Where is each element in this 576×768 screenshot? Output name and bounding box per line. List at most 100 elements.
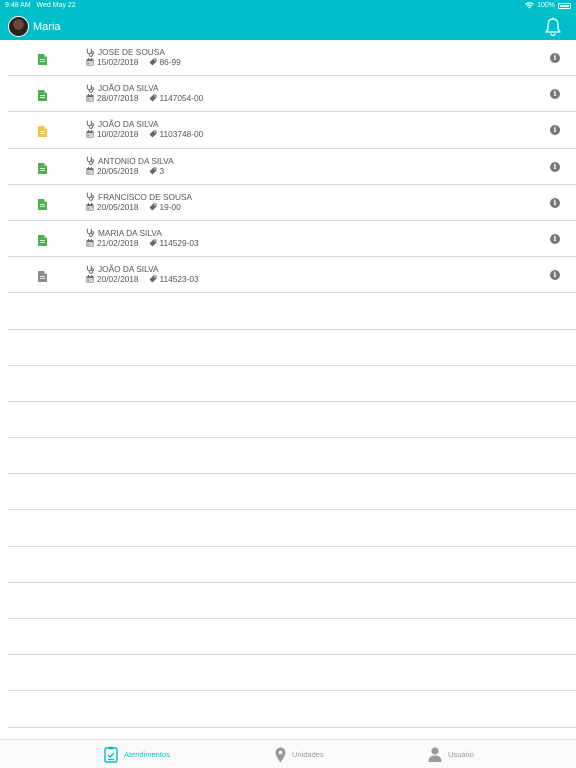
appointment-code: 114529-03 [159,237,199,248]
appointments-list: JOSE DE SOUSA 15/02/2018 86-99 i JOÃO DA SIL… [0,40,576,728]
list-item[interactable]: ANTONIO DA SILVA 20/05/2018 3 i [8,149,576,185]
document-icon [38,88,47,102]
document-icon [38,197,47,210]
tag-icon [149,130,157,138]
calendar-icon [86,238,94,247]
battery-percent: 100% [537,2,555,9]
document-icon [38,124,47,138]
doctor-name: JOSE DE SOUSA [98,47,165,57]
calendar-icon [86,275,94,283]
list-item[interactable]: JOÃO DA SILVA 20/02/2018 114523-03 i [8,257,576,294]
tab-label-atendimentos: Atendimentos [124,750,170,759]
document-icon [38,52,47,65]
doctor-line: JOÃO DA SILVA [86,119,159,129]
meta-line: 20/05/2018 3 [86,166,164,176]
tab-bar: Atendimentos Unidades Usuário [0,739,576,768]
info-icon[interactable]: i [550,125,560,136]
app-header: Maria [0,12,576,40]
stethoscope-icon [86,120,95,129]
appointment-code: 1147054-00 [159,93,204,104]
stethoscope-icon [86,84,95,93]
empty-row [8,619,576,656]
doctor-line: JOÃO DA SILVA [86,83,159,93]
tab-label-unidades: Unidades [292,750,324,759]
meta-line: 10/02/2018 1103748-00 [86,129,203,139]
list-item[interactable]: MARIA DA SILVA 21/02/2018 114529-03 i [8,221,576,258]
appointment-code: 114523-03 [159,274,199,285]
stethoscope-icon [86,192,95,202]
calendar-icon [86,166,94,175]
info-icon[interactable]: i [550,233,560,244]
tab-usuario[interactable]: Usuário [428,740,474,768]
document-icon [38,161,47,174]
meta-line: 20/05/2018 19-00 [86,202,181,212]
empty-row [8,691,576,728]
status-date: Wed May 22 [36,2,76,9]
status-right: 100% [525,2,571,9]
doctor-name: JOÃO DA SILVA [98,83,159,94]
doctor-line: ANTONIO DA SILVA [86,156,174,166]
tag-icon [149,94,157,102]
doctor-line: JOÃO DA SILVA [86,264,159,274]
bell-icon[interactable] [544,17,562,37]
user-name: Maria [33,21,61,33]
stethoscope-icon [86,156,95,165]
tag-icon [149,203,157,211]
calendar-icon [86,94,94,102]
empty-row [8,402,576,439]
info-icon[interactable]: i [550,53,560,63]
empty-row [8,366,576,402]
status-time: 9:48 AM Wed May 22 [5,2,76,9]
doctor-name: FRANCISCO DE SOUSA [98,191,193,202]
info-icon[interactable]: i [550,270,560,281]
appointment-date: 10/02/2018 [97,129,139,140]
empty-row [8,330,576,366]
calendar-icon [86,130,94,138]
doctor-line: FRANCISCO DE SOUSA [86,192,192,202]
doctor-name: MARIA DA SILVA [98,227,162,238]
empty-row [8,583,576,619]
list-item[interactable]: JOSE DE SOUSA 15/02/2018 86-99 i [8,40,576,77]
document-icon [38,233,47,246]
doctor-name: ANTONIO DA SILVA [98,155,174,166]
calendar-icon [86,58,94,66]
stethoscope-icon [86,265,95,274]
appointment-date: 15/02/2018 [97,57,139,67]
status-bar: 9:48 AM Wed May 22 100% [0,0,576,12]
tag-icon [149,58,157,66]
stethoscope-icon [86,229,95,238]
doctor-name: JOÃO DA SILVA [98,264,159,275]
stethoscope-icon [86,48,95,57]
info-icon[interactable]: i [550,161,560,172]
empty-row [8,547,576,583]
calendar-icon [86,202,94,211]
list-item[interactable]: JOÃO DA SILVA 28/07/2018 1147054-00 i [8,76,576,113]
tab-atendimentos[interactable]: Atendimentos [104,740,170,768]
meta-line: 28/07/2018 1147054-00 [86,93,203,103]
meta-line: 20/02/2018 114523-03 [86,274,199,284]
list-item[interactable]: JOÃO DA SILVA 10/02/2018 1103748-00 i [8,112,576,149]
empty-row [8,438,576,475]
appointment-date: 20/05/2018 [97,165,139,176]
avatar[interactable] [8,16,29,37]
appointment-code: 1103748-00 [159,129,204,140]
info-icon[interactable]: i [550,197,560,208]
tab-unidades[interactable]: Unidades [275,740,324,768]
appointment-date: 28/07/2018 [97,93,139,104]
meta-line: 21/02/2018 114529-03 [86,238,199,248]
appointment-date: 20/05/2018 [97,201,139,212]
appointment-code: 86-99 [159,57,181,67]
doctor-line: JOSE DE SOUSA [86,47,165,57]
empty-row [8,293,576,330]
tab-label-usuario: Usuário [448,750,474,759]
list-item[interactable]: FRANCISCO DE SOUSA 20/05/2018 19-00 i [8,185,576,221]
empty-row [8,655,576,692]
info-icon[interactable]: i [550,89,560,100]
meta-line: 15/02/2018 86-99 [86,57,181,67]
tag-icon [149,275,157,283]
doctor-name: JOÃO DA SILVA [98,119,159,130]
tag-icon [149,239,157,247]
user-icon [428,747,442,762]
appointment-date: 20/02/2018 [97,274,139,285]
document-icon [38,269,47,283]
